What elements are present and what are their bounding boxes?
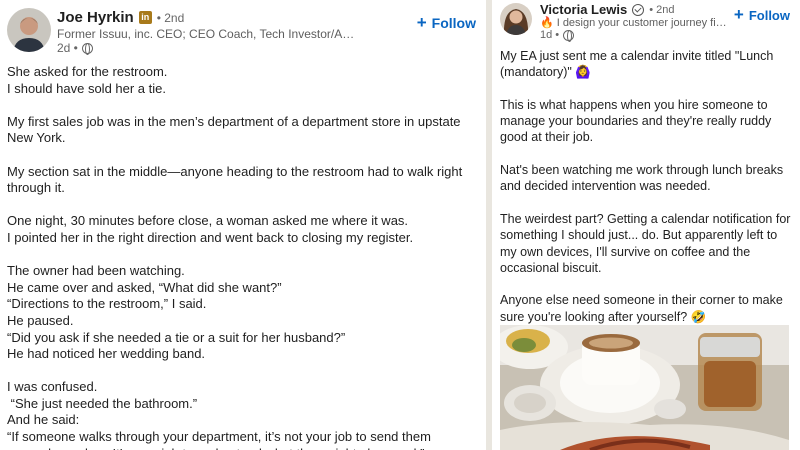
post-image[interactable]: [500, 325, 789, 450]
post-card-victoria-lewis: Victoria Lewis • 2nd 🔥 I design your cust…: [492, 0, 800, 450]
author-headline: 🔥 I design your customer journey first ..…: [540, 16, 730, 29]
post-header: Joe Hyrkin in • 2nd Former Issuu, inc. C…: [0, 0, 486, 60]
post-time: 1d •: [540, 29, 560, 41]
connection-degree: • 2nd: [156, 10, 185, 25]
plus-icon: +: [416, 13, 427, 32]
author-headline: Former Issuu, inc. CEO; CEO Coach, Tech …: [57, 27, 357, 41]
author-name-row: Joe Hyrkin in • 2nd: [57, 9, 184, 26]
author-name-row: Victoria Lewis • 2nd: [540, 2, 674, 17]
post-meta: 2d •: [57, 41, 93, 55]
globe-icon: [563, 29, 575, 42]
post-body-text: My EA just sent me a calendar invite tit…: [500, 49, 791, 324]
post-body-text: She asked for the restroom. I should hav…: [7, 64, 463, 450]
post-meta: 1d •: [540, 29, 575, 42]
author-name[interactable]: Joe Hyrkin: [57, 9, 134, 26]
author-headline-text: I design your customer journey first ...: [556, 17, 730, 29]
author-avatar[interactable]: [7, 8, 51, 52]
post-time: 2d •: [57, 41, 78, 55]
verified-icon: [632, 3, 645, 16]
author-avatar[interactable]: [500, 3, 532, 35]
premium-badge-icon: in: [138, 11, 152, 24]
author-name[interactable]: Victoria Lewis: [540, 2, 627, 17]
follow-label: Follow: [431, 15, 476, 31]
follow-button[interactable]: + Follow: [734, 5, 790, 25]
plus-icon: +: [733, 5, 744, 24]
flame-icon: 🔥: [540, 17, 554, 29]
connection-degree: • 2nd: [649, 3, 675, 16]
follow-label: Follow: [748, 7, 790, 23]
post-card-joe-hyrkin: Joe Hyrkin in • 2nd Former Issuu, inc. C…: [0, 0, 486, 450]
follow-button[interactable]: + Follow: [417, 13, 476, 33]
globe-icon: [81, 42, 93, 55]
